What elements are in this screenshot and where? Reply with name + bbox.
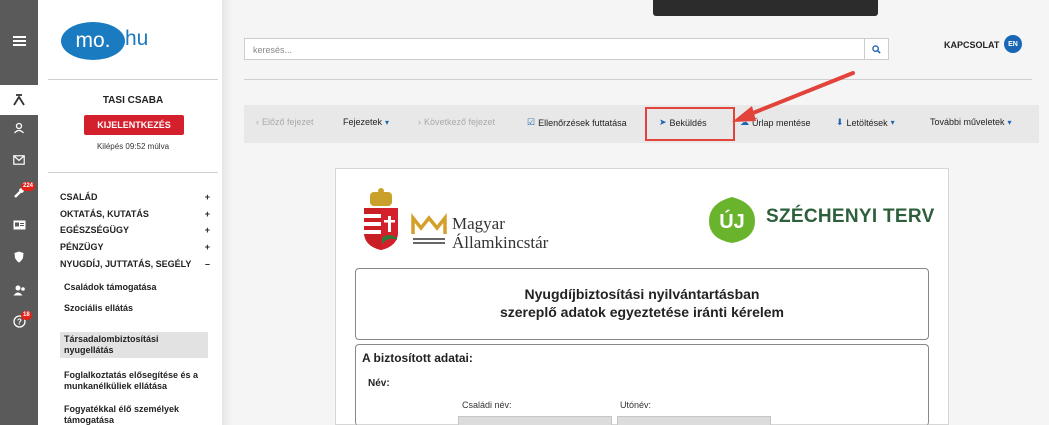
given-name-field[interactable] bbox=[617, 416, 771, 425]
form-title-line-1: Nyugdíjbiztosítási nyilvántartásban bbox=[524, 286, 760, 302]
sidebar-item-foglalkoztatas[interactable]: Foglalkoztatás elősegítése és a munkanél… bbox=[64, 370, 208, 392]
next-chapter-button[interactable]: › Következő fejezet bbox=[418, 117, 495, 127]
szechenyi-terv-title: SZÉCHENYI TERV bbox=[766, 206, 935, 227]
id-card-icon[interactable] bbox=[0, 210, 38, 240]
checkbox-icon: ☑ bbox=[527, 117, 536, 127]
family-name-field[interactable] bbox=[458, 416, 612, 425]
hungarian-coat-of-arms-icon bbox=[364, 188, 398, 250]
allamkincstar-logo-icon bbox=[411, 213, 447, 244]
home-tools-icon[interactable] bbox=[0, 85, 38, 115]
chevron-down-icon: ▾ bbox=[1007, 117, 1012, 127]
search-input[interactable]: keresés... bbox=[244, 38, 865, 60]
mail-icon[interactable] bbox=[0, 145, 38, 175]
run-checks-button[interactable]: ☑ Ellenőrzések futtatása bbox=[527, 117, 627, 128]
chevron-left-icon: ‹ bbox=[256, 117, 259, 127]
sidebar-category-label: PÉNZÜGY bbox=[60, 242, 104, 252]
tools-count-badge: 224 bbox=[21, 182, 36, 191]
prev-chapter-button[interactable]: ‹ Előző fejezet bbox=[256, 117, 314, 127]
search-icon bbox=[872, 44, 881, 54]
shield-icon[interactable] bbox=[0, 242, 38, 272]
top-overlay-bar bbox=[653, 0, 878, 16]
help-count-badge: 18 bbox=[21, 311, 32, 320]
sidebar-category-label: EGÉSZSÉGÜGY bbox=[60, 225, 130, 235]
chevron-down-icon: ▾ bbox=[890, 118, 895, 127]
annotation-arrow bbox=[732, 71, 855, 122]
logout-button[interactable]: KIJELENTKEZÉS bbox=[84, 115, 184, 135]
more-actions-label: További műveletek bbox=[930, 117, 1005, 127]
uj-label: ÚJ bbox=[719, 209, 745, 233]
sidebar-category-oktatas[interactable]: OKTATÁS, KUTATÁS + bbox=[60, 209, 210, 219]
user-name: TASI CSABA bbox=[102, 95, 164, 106]
run-checks-label: Ellenőrzések futtatása bbox=[538, 117, 627, 128]
expand-toggle[interactable]: + bbox=[205, 242, 210, 252]
hamburger-menu-icon[interactable] bbox=[0, 26, 38, 56]
divider bbox=[48, 79, 218, 80]
language-switch[interactable]: EN bbox=[1004, 35, 1022, 53]
next-chapter-label: Következő fejezet bbox=[424, 117, 496, 127]
sidebar-category-label: OKTATÁS, KUTATÁS bbox=[60, 209, 149, 219]
allamkincstar-title-1: Magyar bbox=[452, 214, 505, 233]
logo-suffix: hu bbox=[125, 27, 149, 50]
chevron-right-icon: › bbox=[418, 117, 421, 127]
submit-highlight-box bbox=[645, 107, 735, 141]
page: 224 ? 18 mo. hu TASI CSABA KIJELENTKEZÉS… bbox=[0, 0, 1049, 425]
icon-rail: 224 ? 18 bbox=[0, 0, 38, 425]
svg-text:?: ? bbox=[17, 317, 22, 326]
allamkincstar-title-2: Államkincstár bbox=[452, 233, 549, 252]
chapters-label: Fejezetek bbox=[343, 117, 383, 127]
sidebar-item-csaladok-tamogatasa[interactable]: Családok támogatása bbox=[64, 282, 208, 293]
more-actions-dropdown[interactable]: További műveletek ▾ bbox=[930, 117, 1012, 127]
divider bbox=[244, 79, 1032, 80]
logo-text: mo. bbox=[75, 29, 111, 52]
divider bbox=[48, 172, 218, 173]
sidebar-category-label: CSALÁD bbox=[60, 192, 98, 202]
sidebar-category-nyugdij[interactable]: NYUGDÍJ, JUTTATÁS, SEGÉLY – bbox=[60, 259, 210, 269]
given-name-label: Utónév: bbox=[620, 400, 652, 410]
szechenyi-leaf-icon: ÚJ bbox=[709, 197, 755, 243]
sidebar-item-tarsadalombiztositasi-nyugellatas[interactable]: Társadalombiztosítási nyugellátás bbox=[60, 332, 208, 358]
mo-hu-logo[interactable]: mo. bbox=[61, 22, 125, 60]
sidebar-category-csalad[interactable]: CSALÁD + bbox=[60, 192, 210, 202]
sidebar-item-fogyatekkal-elok[interactable]: Fogyatékkal élő személyek támogatása bbox=[64, 404, 208, 425]
section-heading: A biztosított adatai: bbox=[362, 351, 473, 365]
name-label: Név: bbox=[368, 378, 390, 389]
form-title-line-2: szereplő adatok egyeztetése iránti kérel… bbox=[499, 304, 785, 320]
family-name-label: Családi név: bbox=[462, 400, 512, 410]
chapters-dropdown[interactable]: Fejezetek ▾ bbox=[343, 117, 389, 127]
prev-chapter-label: Előző fejezet bbox=[262, 117, 314, 127]
side-menu-shadow bbox=[222, 0, 232, 425]
user-icon[interactable] bbox=[0, 113, 38, 143]
sidebar-item-szocialis-ellatas[interactable]: Szociális ellátás bbox=[64, 303, 208, 314]
session-timer: Kilépés 09:52 múlva bbox=[96, 142, 170, 151]
users-icon[interactable] bbox=[0, 275, 38, 305]
contact-link[interactable]: KAPCSOLAT bbox=[944, 40, 999, 50]
help-icon[interactable]: ? bbox=[0, 306, 38, 336]
expand-toggle[interactable]: + bbox=[205, 192, 210, 202]
sidebar-category-label: NYUGDÍJ, JUTTATÁS, SEGÉLY bbox=[60, 259, 192, 269]
collapse-toggle[interactable]: – bbox=[205, 259, 210, 269]
chevron-down-icon: ▾ bbox=[385, 117, 390, 127]
expand-toggle[interactable]: + bbox=[205, 225, 210, 235]
sidebar-category-egeszsegugy[interactable]: EGÉSZSÉGÜGY + bbox=[60, 225, 210, 235]
search-button[interactable] bbox=[865, 38, 889, 60]
sidebar-category-penzugy[interactable]: PÉNZÜGY + bbox=[60, 242, 210, 252]
expand-toggle[interactable]: + bbox=[205, 209, 210, 219]
